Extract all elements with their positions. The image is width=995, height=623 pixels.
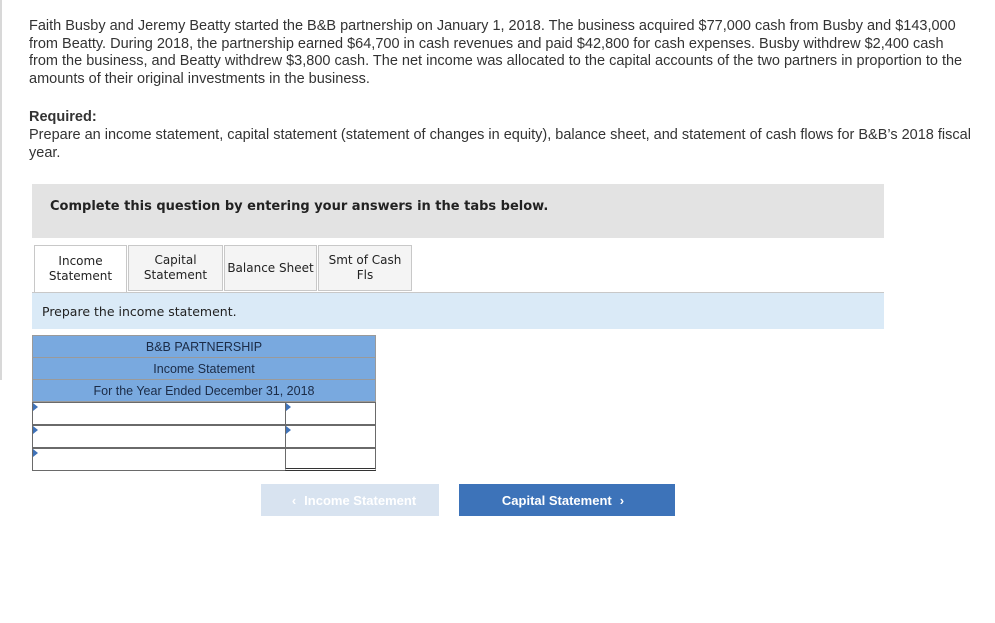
prompt-text: Prepare the income statement. (42, 304, 237, 319)
tab-label-line2: Statement (48, 269, 113, 283)
prompt-bar: Prepare the income statement. (32, 293, 884, 329)
tab-label-line1: Income (58, 254, 103, 268)
problem-text: Faith Busby and Jeremy Beatty started th… (29, 18, 963, 87)
row-total-input[interactable] (286, 449, 375, 468)
tab-label-line2: Fls (356, 268, 374, 282)
row-value-input[interactable] (286, 426, 375, 447)
row-total-cell[interactable] (285, 448, 376, 471)
left-border (0, 0, 2, 380)
tab-smt-of-cash-fls[interactable]: Smt of Cash Fls (318, 245, 412, 291)
dropdown-marker-icon (33, 426, 38, 434)
prev-button-label: Income Statement (304, 492, 417, 508)
row-label-input[interactable] (33, 449, 285, 470)
instruction-text: Complete this question by entering your … (50, 199, 549, 214)
statement-company: B&B PARTNERSHIP (32, 335, 376, 358)
tab-income-statement[interactable]: Income Statement (34, 245, 127, 293)
required-heading: Required: (29, 109, 97, 125)
chevron-right-icon: › (619, 492, 625, 508)
tab-label-line1: Balance Sheet (227, 260, 314, 275)
row-label-dropdown[interactable] (32, 425, 286, 448)
instruction-box: Complete this question by entering your … (32, 184, 884, 238)
chevron-left-icon: ‹ (291, 492, 297, 508)
dropdown-marker-icon (286, 426, 291, 434)
tab-balance-sheet[interactable]: Balance Sheet (224, 245, 317, 291)
row-label-dropdown[interactable] (32, 402, 286, 425)
row-value-cell[interactable] (285, 425, 376, 448)
dropdown-marker-icon (33, 403, 38, 411)
tab-label-line1: Smt of Cash (328, 253, 402, 267)
statement-period: For the Year Ended December 31, 2018 (32, 379, 376, 402)
tab-capital-statement[interactable]: Capital Statement (128, 245, 223, 291)
statement-row (32, 448, 376, 471)
statement-row (32, 425, 376, 448)
row-label-input[interactable] (33, 426, 285, 447)
dropdown-marker-icon (286, 403, 291, 411)
tab-label-line2: Statement (143, 268, 208, 282)
row-label-dropdown[interactable] (32, 448, 286, 471)
prev-tab-button[interactable]: ‹ Income Statement (261, 484, 439, 516)
row-value-cell[interactable] (285, 402, 376, 425)
statement-row (32, 402, 376, 425)
next-button-label: Capital Statement (501, 492, 612, 508)
required-text: Prepare an income statement, capital sta… (29, 127, 971, 161)
income-statement-table: B&B PARTNERSHIP Income Statement For the… (32, 335, 376, 471)
row-value-input[interactable] (286, 403, 375, 424)
next-tab-button[interactable]: Capital Statement › (459, 484, 675, 516)
dropdown-marker-icon (33, 449, 38, 457)
row-label-input[interactable] (33, 403, 285, 424)
statement-title: Income Statement (32, 357, 376, 380)
tab-label-line1: Capital (154, 253, 197, 267)
